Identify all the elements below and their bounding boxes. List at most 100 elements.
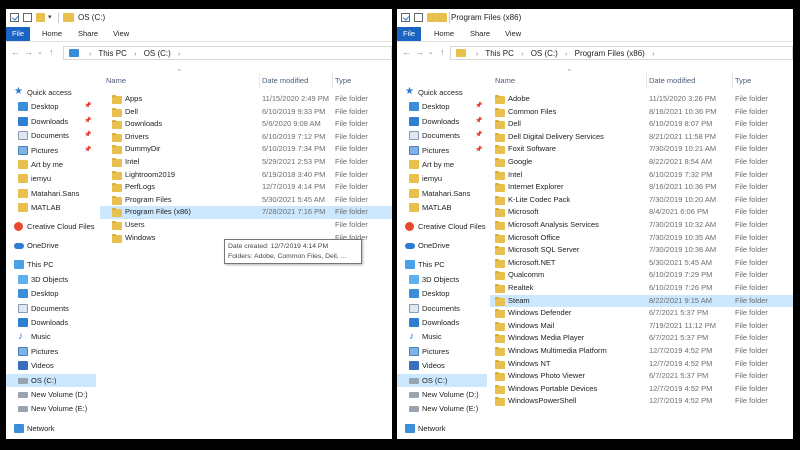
new-folder-icon[interactable] bbox=[23, 13, 32, 22]
nav-pc-item[interactable]: Desktop bbox=[18, 287, 96, 300]
file-row[interactable]: Microsoft 8/4/2021 6:06 PM File folder bbox=[490, 206, 793, 219]
column-divider[interactable] bbox=[646, 73, 647, 88]
nav-creative-cloud[interactable]: Creative Cloud Files bbox=[405, 220, 487, 233]
nav-network[interactable]: Network bbox=[14, 422, 96, 435]
back-arrow-icon[interactable]: ← bbox=[11, 47, 20, 57]
file-row[interactable]: Google 8/22/2021 8:54 AM File folder bbox=[490, 156, 793, 169]
file-row[interactable]: Dell 6/10/2019 8:07 PM File folder bbox=[490, 118, 793, 131]
chevron-down-icon[interactable]: ⌄ bbox=[37, 48, 43, 56]
file-row[interactable]: Microsoft.NET 5/30/2021 5:45 AM File folde… bbox=[490, 257, 793, 270]
file-row[interactable]: Common Files 8/16/2021 10:36 PM File folde… bbox=[490, 106, 793, 119]
file-row[interactable]: Windows Photo Viewer 6/7/2021 5:37 PM File… bbox=[490, 370, 793, 383]
up-arrow-icon[interactable]: ↑ bbox=[440, 47, 445, 57]
nav-pc-item[interactable]: ♪ Music bbox=[18, 330, 96, 343]
nav-pc-item[interactable]: Pictures bbox=[409, 345, 487, 358]
file-row[interactable]: Lightroom2019 6/19/2018 3:40 PM File folde… bbox=[100, 169, 392, 182]
file-row[interactable]: Microsoft SQL Server 7/30/2019 10:36 AM Fi… bbox=[490, 244, 793, 257]
tab-view[interactable]: View bbox=[113, 27, 129, 41]
file-row[interactable]: Windows Mail 7/19/2021 11:12 PM File folde… bbox=[490, 320, 793, 333]
nav-pc-item[interactable]: Pictures bbox=[18, 345, 96, 358]
column-header-type[interactable]: Type bbox=[335, 76, 351, 85]
nav-quick-access[interactable]: ★ Quick access bbox=[405, 86, 487, 99]
up-arrow-icon[interactable]: ↑ bbox=[49, 47, 54, 57]
tab-view[interactable]: View bbox=[505, 27, 521, 41]
file-row[interactable]: Windows NT 12/7/2019 4:52 PM File folder bbox=[490, 358, 793, 371]
file-row[interactable]: Foxit Software 7/30/2019 10:21 AM File fol… bbox=[490, 143, 793, 156]
column-header-name[interactable]: Name bbox=[106, 76, 126, 85]
tab-share[interactable]: Share bbox=[470, 27, 490, 41]
column-header-date[interactable]: Date modified bbox=[649, 76, 695, 85]
nav-item[interactable]: Pictures 📌 bbox=[18, 144, 96, 157]
file-row[interactable]: Adobe 11/15/2020 3:26 PM File folder bbox=[490, 93, 793, 106]
file-row[interactable]: Downloads 5/6/2020 9:08 AM File folder bbox=[100, 118, 392, 131]
nav-onedrive[interactable]: OneDrive bbox=[14, 239, 96, 252]
breadcrumb-os-c[interactable]: OS (C:) bbox=[144, 49, 171, 58]
tab-home[interactable]: Home bbox=[42, 27, 62, 41]
nav-item[interactable]: Art by me bbox=[409, 158, 487, 171]
nav-pc-item[interactable]: Desktop bbox=[409, 287, 487, 300]
file-row[interactable]: Users File folder bbox=[100, 219, 392, 232]
nav-onedrive[interactable]: OneDrive bbox=[405, 239, 487, 252]
file-row[interactable]: Microsoft Analysis Services 7/30/2019 10:… bbox=[490, 219, 793, 232]
breadcrumb-program-files-x86[interactable]: Program Files (x86) bbox=[575, 49, 645, 58]
tab-file[interactable]: File bbox=[6, 27, 30, 41]
breadcrumb-this-pc[interactable]: This PC bbox=[485, 49, 513, 58]
file-row[interactable]: Apps 11/15/2020 2:49 PM File folder bbox=[100, 93, 392, 106]
nav-pc-item[interactable]: Documents bbox=[18, 302, 96, 315]
file-row[interactable]: Microsoft Office 7/30/2019 10:35 AM File f… bbox=[490, 232, 793, 245]
nav-pc-item[interactable]: 3D Objects bbox=[18, 273, 96, 286]
file-row[interactable]: Windows Media Player 6/7/2021 5:37 PM File… bbox=[490, 332, 793, 345]
nav-this-pc[interactable]: This PC bbox=[14, 258, 96, 271]
file-row[interactable]: Windows Defender 6/7/2021 5:37 PM File fol… bbox=[490, 307, 793, 320]
file-row[interactable]: Realtek 6/10/2019 7:26 PM File folder bbox=[490, 282, 793, 295]
nav-quick-access[interactable]: ★ Quick access bbox=[14, 86, 96, 99]
nav-pc-item[interactable]: New Volume (D:) bbox=[18, 388, 96, 401]
folder-icon[interactable] bbox=[427, 13, 436, 22]
address-bar[interactable]: › This PC › OS (C:) › bbox=[63, 46, 392, 60]
nav-item[interactable]: Desktop 📌 bbox=[18, 100, 96, 113]
nav-pc-item[interactable]: New Volume (E:) bbox=[18, 402, 96, 415]
nav-creative-cloud[interactable]: Creative Cloud Files bbox=[14, 220, 96, 233]
column-divider[interactable] bbox=[332, 73, 333, 88]
breadcrumb-os-c[interactable]: OS (C:) bbox=[531, 49, 558, 58]
column-header-name[interactable]: Name bbox=[495, 76, 515, 85]
nav-item[interactable]: Downloads 📌 bbox=[409, 115, 487, 128]
column-divider[interactable] bbox=[259, 73, 260, 88]
folder-icon[interactable] bbox=[36, 13, 45, 22]
chevron-down-icon[interactable]: ⌄ bbox=[428, 48, 434, 56]
nav-pc-item[interactable]: New Volume (E:) bbox=[409, 402, 487, 415]
file-row[interactable]: Program Files (x86) 7/28/2021 7:16 PM File… bbox=[100, 206, 392, 219]
file-row[interactable]: Dell 6/10/2019 9:33 PM File folder bbox=[100, 106, 392, 119]
nav-pc-item[interactable]: OS (C:) bbox=[6, 373, 96, 387]
nav-item[interactable]: Matahari.Sans bbox=[409, 187, 487, 200]
nav-item[interactable]: Desktop 📌 bbox=[409, 100, 487, 113]
new-folder-icon[interactable] bbox=[414, 13, 423, 22]
nav-this-pc[interactable]: This PC bbox=[405, 258, 487, 271]
file-row[interactable]: DummyDir 6/10/2019 7:34 PM File folder bbox=[100, 143, 392, 156]
nav-network[interactable]: Network bbox=[405, 422, 487, 435]
file-row[interactable]: WindowsPowerShell 12/7/2019 4:52 PM File f… bbox=[490, 395, 793, 408]
file-row[interactable]: K-Lite Codec Pack 7/30/2019 10:20 AM File … bbox=[490, 194, 793, 207]
nav-item[interactable]: Art by me bbox=[18, 158, 96, 171]
nav-pc-item[interactable]: 3D Objects bbox=[409, 273, 487, 286]
tab-share[interactable]: Share bbox=[78, 27, 98, 41]
nav-item[interactable]: Matahari.Sans bbox=[18, 187, 96, 200]
file-row[interactable]: Drivers 6/10/2019 7:12 PM File folder bbox=[100, 131, 392, 144]
breadcrumb-this-pc[interactable]: This PC bbox=[98, 49, 126, 58]
file-row[interactable]: Internet Explorer 8/16/2021 10:36 PM File … bbox=[490, 181, 793, 194]
customize-toolbar-icon[interactable]: ▾ bbox=[48, 13, 52, 21]
nav-pc-item[interactable]: ♪ Music bbox=[409, 330, 487, 343]
nav-pc-item[interactable]: Documents bbox=[409, 302, 487, 315]
column-header-type[interactable]: Type bbox=[735, 76, 751, 85]
file-row[interactable]: Dell Digital Delivery Services 8/21/2021 … bbox=[490, 131, 793, 144]
tab-home[interactable]: Home bbox=[434, 27, 454, 41]
file-row[interactable]: Qualcomm 6/10/2019 7:29 PM File folder bbox=[490, 269, 793, 282]
forward-arrow-icon[interactable]: → bbox=[415, 47, 424, 57]
nav-item[interactable]: iemyu bbox=[409, 172, 487, 185]
properties-icon[interactable] bbox=[401, 13, 410, 22]
nav-pc-item[interactable]: Videos bbox=[18, 359, 96, 372]
column-header-date[interactable]: Date modified bbox=[262, 76, 308, 85]
column-divider[interactable] bbox=[732, 73, 733, 88]
nav-pc-item[interactable]: Videos bbox=[409, 359, 487, 372]
nav-item[interactable]: Downloads 📌 bbox=[18, 115, 96, 128]
